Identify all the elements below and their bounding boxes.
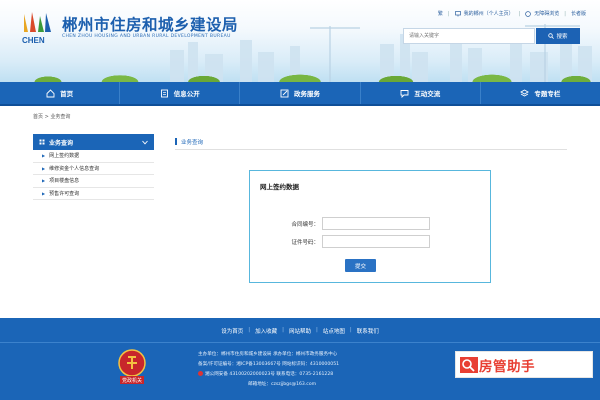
top-links: 繁 | 我的郴州（个人主页） | 无障碍浏览 | 长者版 [438,10,586,18]
section-title: 业务查询 [175,134,567,150]
id-number-label: 证件号码： [291,239,319,246]
footer-link-add-favorite[interactable]: 加入收藏 [255,327,277,335]
bullet-icon: ▶ [42,178,46,184]
nav-item-label: 信息公开 [173,90,200,98]
monitor-icon [454,10,461,16]
search-input[interactable] [403,28,535,44]
tree-line-decoration [0,66,600,82]
nav-item-interaction[interactable]: 互动交流 [361,82,481,104]
separator: | [518,10,521,17]
breadcrumb-separator: > [44,114,49,120]
site-subtitle: CHEN ZHOU HOUSING AND URBAN RURAL DEVELO… [62,34,231,39]
nav-item-home[interactable]: 首页 [0,82,121,104]
nav-item-info-disclosure[interactable]: 信息公开 [120,82,241,104]
sidebar-header[interactable]: 业务查询 [33,134,154,150]
breadcrumb-current: 业务查询 [50,114,71,120]
footer-link-set-homepage[interactable]: 设为首页 [221,327,243,335]
search-button[interactable]: 搜索 [536,28,580,44]
site-header: CHEN 郴州市住房和城乡建设局 CHEN ZHOU HOUSING AND U… [0,0,600,82]
document-icon [160,89,168,97]
nav-item-label: 互动交流 [414,90,441,98]
title-accent-bar [175,138,177,145]
separator: | [282,327,284,333]
footer-links: 设为首页 | 加入收藏 | 网站帮助 | 站点地图 | 联系我们 [0,327,600,335]
submit-button[interactable]: 提交 [345,259,376,272]
breadcrumb: 首页 > 业务查询 [33,113,70,120]
contract-number-input[interactable] [322,217,430,230]
footer-link-sitemap[interactable]: 站点地图 [323,327,345,335]
id-number-input[interactable] [322,235,430,248]
bullet-icon: ▶ [42,165,46,171]
sidebar-item-online-contract[interactable]: ▶ 网上签约数据 [33,150,154,163]
main-nav: 首页 信息公开 政务服务 互动交流 专题专栏 [0,82,600,106]
separator: | [447,10,450,17]
bullet-icon: ▶ [42,153,46,159]
footer-police-info: 湘公网安备 43100202000023号 联系电话：0735-2161228 [198,371,333,377]
sidebar: 业务查询 ▶ 网上签约数据 ▶ 维修资金个人信息查询 ▶ 项目楼盘信息 ▶ 预售… [33,134,154,200]
separator: | [316,327,318,333]
breadcrumb-home-link[interactable]: 首页 [33,114,43,120]
chevron-down-icon [142,140,148,144]
gov-site-badge[interactable]: 党政机关 [116,349,148,385]
search-icon [548,33,555,39]
brand-text: 房管助手 [479,358,535,375]
accessibility-link[interactable]: 无障碍浏览 [534,10,559,17]
nav-item-special-topics[interactable]: 专题专栏 [481,82,600,104]
footer-host-info: 主办单位：郴州市住房和城乡建设局 承办单位：郴州市政务服务中心 [198,352,338,357]
my-chenzhou-link[interactable]: 我的郴州（个人主页） [464,10,514,17]
sidebar-item-label: 维修资金个人信息查询 [49,165,100,172]
nav-item-label: 首页 [60,90,74,98]
sidebar-item-maintenance-fund[interactable]: ▶ 维修资金个人信息查询 [33,163,154,175]
id-row: 证件号码： [250,235,492,248]
sidebar-title: 业务查询 [49,139,74,147]
traditional-chinese-link[interactable]: 繁 [438,10,443,17]
layers-icon [520,88,530,97]
edit-icon [280,89,289,97]
sidebar-item-label: 项目楼盘信息 [49,178,80,185]
nav-item-label: 专题专栏 [534,90,561,98]
footer-icp-info: 备案/许可证编号：湘ICP备13003667号 网站标识码：4310000051 [198,362,340,367]
section-title-text: 业务查询 [181,139,204,146]
separator: | [248,327,251,333]
chat-icon [400,89,409,98]
nav-item-label: 政务服务 [294,90,320,98]
magnifier-logo-icon [460,356,478,373]
nav-item-gov-services[interactable]: 政务服务 [240,82,361,104]
accessibility-icon [525,10,532,17]
footer-link-contact[interactable]: 联系我们 [357,327,379,335]
sidebar-item-project-info[interactable]: ▶ 项目楼盘信息 [33,175,154,188]
footer-link-help[interactable]: 网站帮助 [289,327,311,335]
separator: | [564,10,566,17]
elderly-version-link[interactable]: 长者版 [571,10,586,17]
grid-icon [39,139,45,145]
panel-title: 网上签约数据 [260,183,299,191]
site-title: 郴州市住房和城乡建设局 [62,16,239,34]
svg-text:CHEN: CHEN [22,36,45,45]
query-panel: 网上签约数据 合同编号： 证件号码： 提交 [249,170,491,283]
sidebar-item-label: 预售许可查询 [49,190,80,197]
bullet-icon: ▶ [42,190,46,196]
housing-assistant-widget[interactable]: 房管助手 [455,351,593,378]
site-logo: CHEN [22,12,51,45]
svg-text:党政机关: 党政机关 [122,377,142,384]
separator: | [349,327,352,333]
sidebar-item-presale-permit[interactable]: ▶ 预售许可查询 [33,188,154,200]
contract-number-label: 合同编号： [291,221,319,228]
footer-police-text: 湘公网安备 43100202000023号 联系电话：0735-2161228 [205,372,334,377]
sidebar-item-label: 网上签约数据 [49,153,80,160]
police-badge-icon [198,371,203,376]
home-icon [46,88,55,97]
footer-divider [0,342,600,343]
search-button-label: 搜索 [556,34,568,40]
footer-email-info: 邮箱地址：czszjjbgs@163.com [248,382,317,387]
contract-row: 合同编号： [250,217,492,230]
